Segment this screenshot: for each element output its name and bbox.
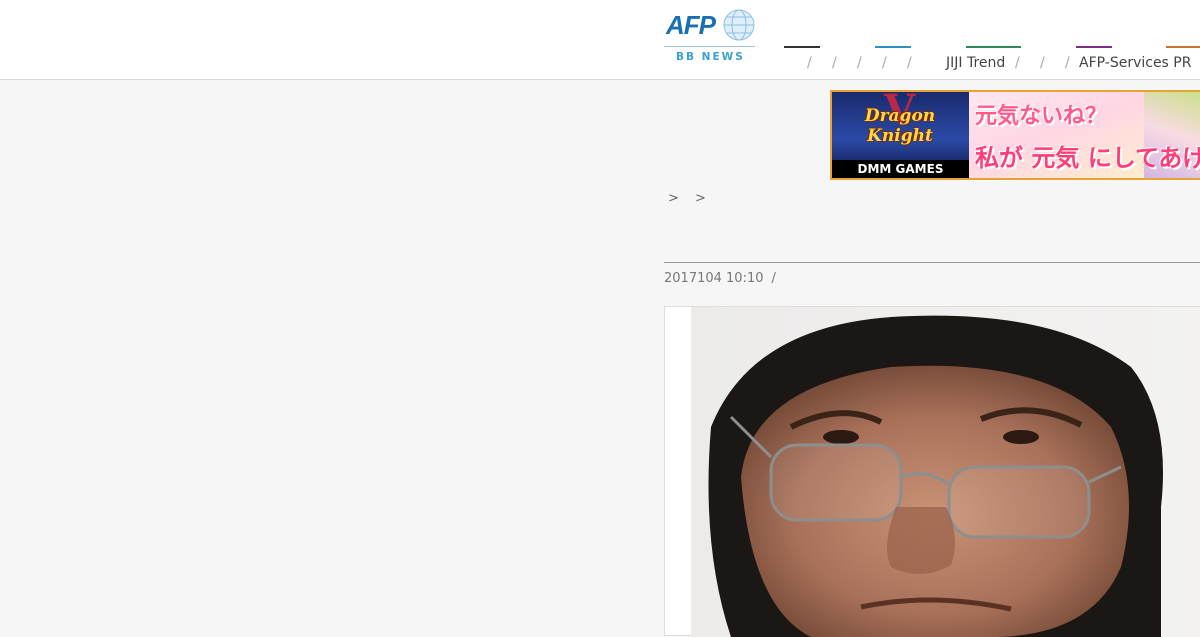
site-header: AFP BB NEWS / / / / / JIJI Trend / / / A…: [0, 0, 1200, 80]
nav-accent-bar-3: [966, 46, 1021, 48]
ad-tagline-1: 元気ないね？: [975, 104, 1108, 129]
logo-brand: AFP: [666, 10, 716, 40]
nav-accent-bar-5: [1166, 46, 1200, 48]
globe-icon: [723, 9, 755, 41]
nav-separator: /: [857, 55, 862, 71]
nav-accent-bar-4: [1076, 46, 1112, 48]
nav-separator: /: [1040, 55, 1045, 71]
nav-item-jiji-trend[interactable]: JIJI Trend: [946, 54, 1005, 72]
article-photo[interactable]: [691, 307, 1200, 637]
nav-separator: /: [807, 55, 812, 71]
nav-accent-bar-2: [875, 46, 911, 48]
article-title: [664, 220, 1200, 263]
ad-banner[interactable]: V Dragon Knight DMM GAMES 元気ないね？ 私が 元気 に…: [830, 90, 1200, 180]
nav-separator: /: [907, 55, 912, 71]
ad-art-panel: 元気ないね？ 私が 元気 にしてあげ: [969, 92, 1200, 178]
ad-game-panel: V Dragon Knight DMM GAMES: [832, 92, 969, 178]
nav-separator: /: [1065, 55, 1070, 71]
logo-subbrand: BB NEWS: [676, 51, 745, 63]
top-nav: / / / / / JIJI Trend / / / AFP-Services …: [775, 40, 1200, 76]
breadcrumb[interactable]: > >: [668, 191, 712, 206]
logo-divider: [664, 46, 755, 47]
nav-separator: /: [1015, 55, 1020, 71]
ad-game-title: Dragon Knight: [864, 106, 936, 146]
article-dateline: 2017104 10:10 /: [664, 271, 776, 286]
nav-separator: /: [882, 55, 887, 71]
nav-accent-bar-1: [784, 46, 820, 48]
date-separator: /: [771, 271, 776, 286]
nav-separator: /: [832, 55, 837, 71]
article-photo-frame: [664, 306, 1200, 637]
afpbb-logo[interactable]: AFP BB NEWS: [664, 8, 756, 64]
ad-tagline-2: 私が 元気 にしてあげ: [975, 144, 1200, 172]
ad-publisher: DMM GAMES: [832, 160, 969, 178]
article-date: 2017104 10:10: [664, 271, 764, 286]
nav-item-afp-services-pr[interactable]: AFP-Services PR: [1079, 54, 1191, 72]
